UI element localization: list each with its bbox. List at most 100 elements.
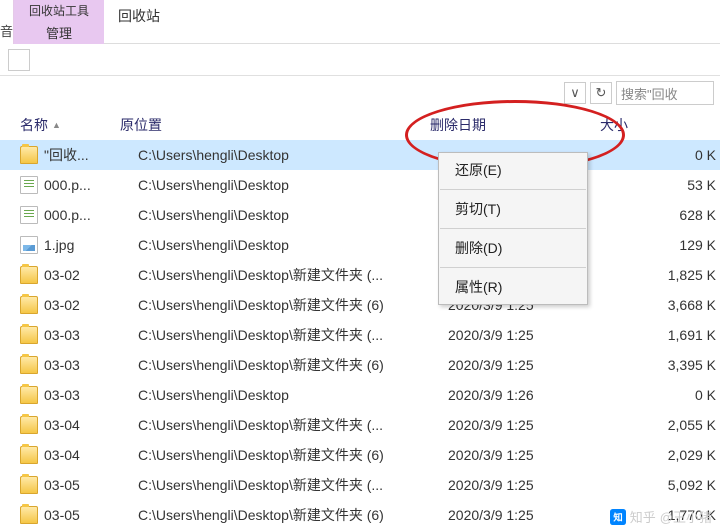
folder-icon bbox=[20, 296, 38, 314]
menu-separator bbox=[440, 189, 586, 190]
cell-date: 2020/3/9 1:25 bbox=[448, 477, 618, 493]
file-list: "回收...C:\Users\hengli\Desktop0 K000.p...… bbox=[0, 140, 720, 530]
ribbon-tools-label: 回收站工具 bbox=[29, 0, 89, 21]
cell-size: 0 K bbox=[618, 387, 720, 403]
folder-icon bbox=[20, 416, 38, 434]
cell-location: C:\Users\hengli\Desktop\新建文件夹 (6) bbox=[138, 445, 448, 465]
column-headers: 名称▲ 原位置 删除日期 大小 bbox=[0, 110, 720, 140]
cell-size: 2,055 K bbox=[618, 417, 720, 433]
table-row[interactable]: 03-02C:\Users\hengli\Desktop\新建文件夹 (... 1… bbox=[0, 260, 720, 290]
watermark: 知 知乎 @王小猪 bbox=[610, 507, 712, 526]
folder-icon bbox=[20, 476, 38, 494]
cell-date: 2020/3/9 1:25 bbox=[448, 447, 618, 463]
toolbar bbox=[0, 44, 720, 76]
cell-name: 000.p... bbox=[44, 207, 138, 223]
sort-indicator-icon: ▲ bbox=[52, 120, 61, 130]
cell-size: 1,691 K bbox=[618, 327, 720, 343]
cell-location: C:\Users\hengli\Desktop\新建文件夹 (6) bbox=[138, 505, 448, 525]
cell-name: 1.jpg bbox=[44, 237, 138, 253]
watermark-user: @王小猪 bbox=[660, 507, 712, 526]
menu-separator bbox=[440, 267, 586, 268]
cell-size: 2,029 K bbox=[618, 447, 720, 463]
refresh-icon[interactable]: ↻ bbox=[590, 82, 612, 104]
folder-icon bbox=[20, 506, 38, 524]
cell-location: C:\Users\hengli\Desktop\新建文件夹 (... bbox=[138, 475, 448, 495]
zhihu-icon: 知 bbox=[610, 509, 626, 525]
column-header-size[interactable]: 大小 bbox=[600, 115, 720, 135]
watermark-brand: 知乎 bbox=[630, 507, 656, 526]
folder-icon bbox=[20, 146, 38, 164]
ribbon: 音 回收站工具 管理 回收站 bbox=[0, 0, 720, 44]
cell-location: C:\Users\hengli\Desktop\新建文件夹 (... bbox=[138, 265, 448, 285]
cell-name: "回收... bbox=[44, 145, 138, 165]
folder-icon bbox=[20, 356, 38, 374]
cell-location: C:\Users\hengli\Desktop bbox=[138, 177, 448, 193]
cell-name: 03-02 bbox=[44, 267, 138, 283]
cell-name: 03-05 bbox=[44, 507, 138, 523]
table-row[interactable]: 000.p...C:\Users\hengli\Desktop 53 K bbox=[0, 170, 720, 200]
context-menu-restore[interactable]: 还原(E) bbox=[439, 153, 587, 187]
ribbon-manage-label: 管理 bbox=[46, 21, 72, 44]
table-row[interactable]: 03-04C:\Users\hengli\Desktop\新建文件夹 (...2… bbox=[0, 410, 720, 440]
cell-name: 03-04 bbox=[44, 447, 138, 463]
table-row[interactable]: 03-05C:\Users\hengli\Desktop\新建文件夹 (...2… bbox=[0, 470, 720, 500]
cell-size: 5,092 K bbox=[618, 477, 720, 493]
cell-size: 129 K bbox=[618, 237, 720, 253]
folder-icon bbox=[20, 326, 38, 344]
table-row[interactable]: 03-03C:\Users\hengli\Desktop\新建文件夹 (6)20… bbox=[0, 350, 720, 380]
table-row[interactable]: 000.p...C:\Users\hengli\Desktop628 K bbox=[0, 200, 720, 230]
table-row[interactable]: 1.jpgC:\Users\hengli\Desktop 129 K bbox=[0, 230, 720, 260]
table-row[interactable]: 03-02C:\Users\hengli\Desktop\新建文件夹 (6)20… bbox=[0, 290, 720, 320]
cell-size: 0 K bbox=[618, 147, 720, 163]
cell-size: 3,395 K bbox=[618, 357, 720, 373]
toolbar-button[interactable] bbox=[8, 49, 30, 71]
svg-text:知: 知 bbox=[612, 511, 622, 522]
table-row[interactable]: 03-04C:\Users\hengli\Desktop\新建文件夹 (6)20… bbox=[0, 440, 720, 470]
file-icon bbox=[20, 176, 38, 194]
address-bar: ∨ ↻ 搜索"回收 bbox=[0, 76, 720, 110]
cell-location: C:\Users\hengli\Desktop bbox=[138, 387, 448, 403]
folder-icon bbox=[20, 386, 38, 404]
img-icon bbox=[20, 236, 38, 254]
cell-date: 2020/3/9 1:25 bbox=[448, 507, 618, 523]
cell-size: 628 K bbox=[618, 207, 720, 223]
search-input[interactable]: 搜索"回收 bbox=[616, 81, 714, 105]
column-header-location[interactable]: 原位置 bbox=[120, 115, 430, 135]
folder-icon bbox=[20, 446, 38, 464]
context-menu-cut[interactable]: 剪切(T) bbox=[439, 192, 587, 226]
cell-location: C:\Users\hengli\Desktop bbox=[138, 237, 448, 253]
context-menu-properties[interactable]: 属性(R) bbox=[439, 270, 587, 304]
ribbon-contextual-tab[interactable]: 回收站工具 管理 bbox=[14, 0, 104, 44]
cell-name: 03-02 bbox=[44, 297, 138, 313]
cell-name: 03-03 bbox=[44, 387, 138, 403]
context-menu: 还原(E) 剪切(T) 删除(D) 属性(R) bbox=[438, 152, 588, 305]
cell-date: 2020/3/9 1:25 bbox=[448, 327, 618, 343]
context-menu-delete[interactable]: 删除(D) bbox=[439, 231, 587, 265]
cell-size: 53 K bbox=[618, 177, 720, 193]
table-row[interactable]: 03-03C:\Users\hengli\Desktop2020/3/9 1:2… bbox=[0, 380, 720, 410]
file-icon bbox=[20, 206, 38, 224]
table-row[interactable]: "回收...C:\Users\hengli\Desktop 0 K bbox=[0, 140, 720, 170]
cell-name: 000.p... bbox=[44, 177, 138, 193]
table-row[interactable]: 03-03C:\Users\hengli\Desktop\新建文件夹 (...2… bbox=[0, 320, 720, 350]
cell-name: 03-03 bbox=[44, 357, 138, 373]
cell-location: C:\Users\hengli\Desktop\新建文件夹 (6) bbox=[138, 295, 448, 315]
dropdown-icon[interactable]: ∨ bbox=[564, 82, 586, 104]
window-title: 回收站 bbox=[104, 0, 174, 32]
cell-name: 03-03 bbox=[44, 327, 138, 343]
cell-date: 2020/3/9 1:25 bbox=[448, 417, 618, 433]
cell-name: 03-05 bbox=[44, 477, 138, 493]
cell-location: C:\Users\hengli\Desktop bbox=[138, 147, 448, 163]
cell-location: C:\Users\hengli\Desktop\新建文件夹 (... bbox=[138, 325, 448, 345]
cell-date: 2020/3/9 1:25 bbox=[448, 357, 618, 373]
cell-size: 1,825 K bbox=[618, 267, 720, 283]
menu-separator bbox=[440, 228, 586, 229]
cell-name: 03-04 bbox=[44, 417, 138, 433]
cell-size: 3,668 K bbox=[618, 297, 720, 313]
column-header-date[interactable]: 删除日期 bbox=[430, 115, 600, 135]
cell-location: C:\Users\hengli\Desktop\新建文件夹 (6) bbox=[138, 355, 448, 375]
cell-location: C:\Users\hengli\Desktop\新建文件夹 (... bbox=[138, 415, 448, 435]
ribbon-edge: 音 bbox=[0, 0, 14, 44]
column-header-name[interactable]: 名称▲ bbox=[20, 115, 120, 135]
folder-icon bbox=[20, 266, 38, 284]
